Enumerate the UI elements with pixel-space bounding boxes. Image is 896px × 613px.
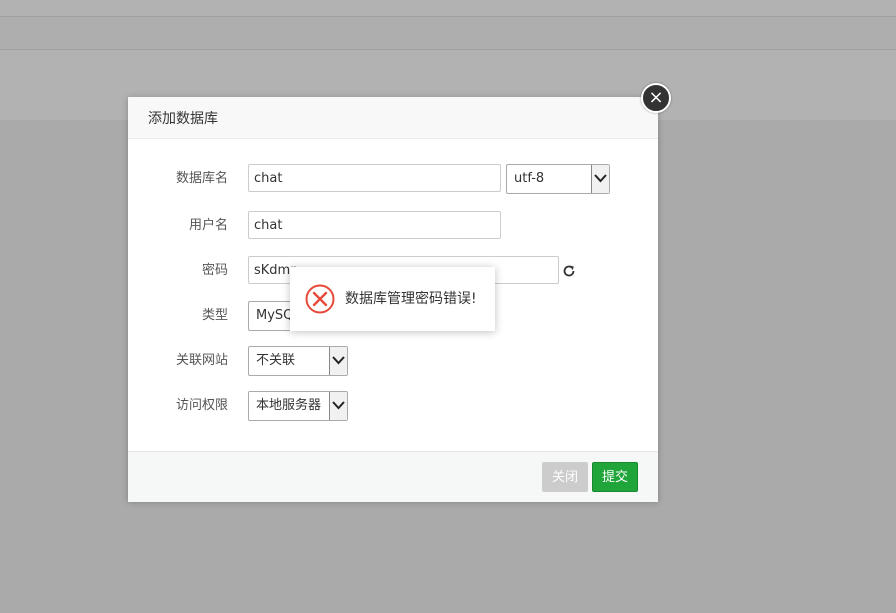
dialog-footer: 关闭 提交 bbox=[128, 451, 658, 502]
access-row: 访问权限 本地服务器 bbox=[128, 391, 658, 421]
db-name-input[interactable]: chat bbox=[248, 164, 501, 192]
type-label: 类型 bbox=[201, 308, 228, 323]
site-row: 关联网站 不关联 bbox=[128, 346, 658, 376]
page: 添加数据库 × 数据库名 chat utf-8 用户名 chat 密码 sKdm… bbox=[0, 0, 896, 613]
password-label: 密码 bbox=[201, 263, 228, 278]
site-select[interactable]: 不关联 bbox=[248, 346, 348, 376]
error-message-toast: 数据库管理密码错误! bbox=[290, 267, 495, 331]
charset-select[interactable]: utf-8 bbox=[506, 164, 610, 194]
type-value: MySQ bbox=[256, 308, 294, 323]
access-label: 访问权限 bbox=[175, 398, 228, 413]
chevron-down-icon bbox=[329, 347, 347, 375]
access-value: 本地服务器 bbox=[256, 398, 322, 413]
site-value: 不关联 bbox=[256, 353, 296, 368]
dialog-title: 添加数据库 bbox=[128, 97, 658, 139]
submit-button[interactable]: 提交 bbox=[592, 462, 638, 492]
username-input[interactable]: chat bbox=[248, 211, 501, 239]
charset-value: utf-8 bbox=[514, 171, 545, 186]
username-label: 用户名 bbox=[188, 218, 228, 233]
error-icon bbox=[305, 284, 335, 318]
close-button[interactable]: 关闭 bbox=[542, 462, 588, 492]
error-message-text: 数据库管理密码错误! bbox=[345, 291, 477, 307]
chevron-down-icon bbox=[329, 392, 347, 420]
username-row: 用户名 chat bbox=[128, 211, 658, 241]
db-name-label: 数据库名 bbox=[175, 171, 228, 186]
close-icon[interactable]: × bbox=[641, 83, 671, 113]
site-label: 关联网站 bbox=[175, 353, 228, 368]
db-name-row: 数据库名 chat utf-8 bbox=[128, 164, 658, 194]
access-select[interactable]: 本地服务器 bbox=[248, 391, 348, 421]
refresh-icon[interactable] bbox=[562, 264, 576, 282]
chevron-down-icon bbox=[591, 165, 609, 193]
